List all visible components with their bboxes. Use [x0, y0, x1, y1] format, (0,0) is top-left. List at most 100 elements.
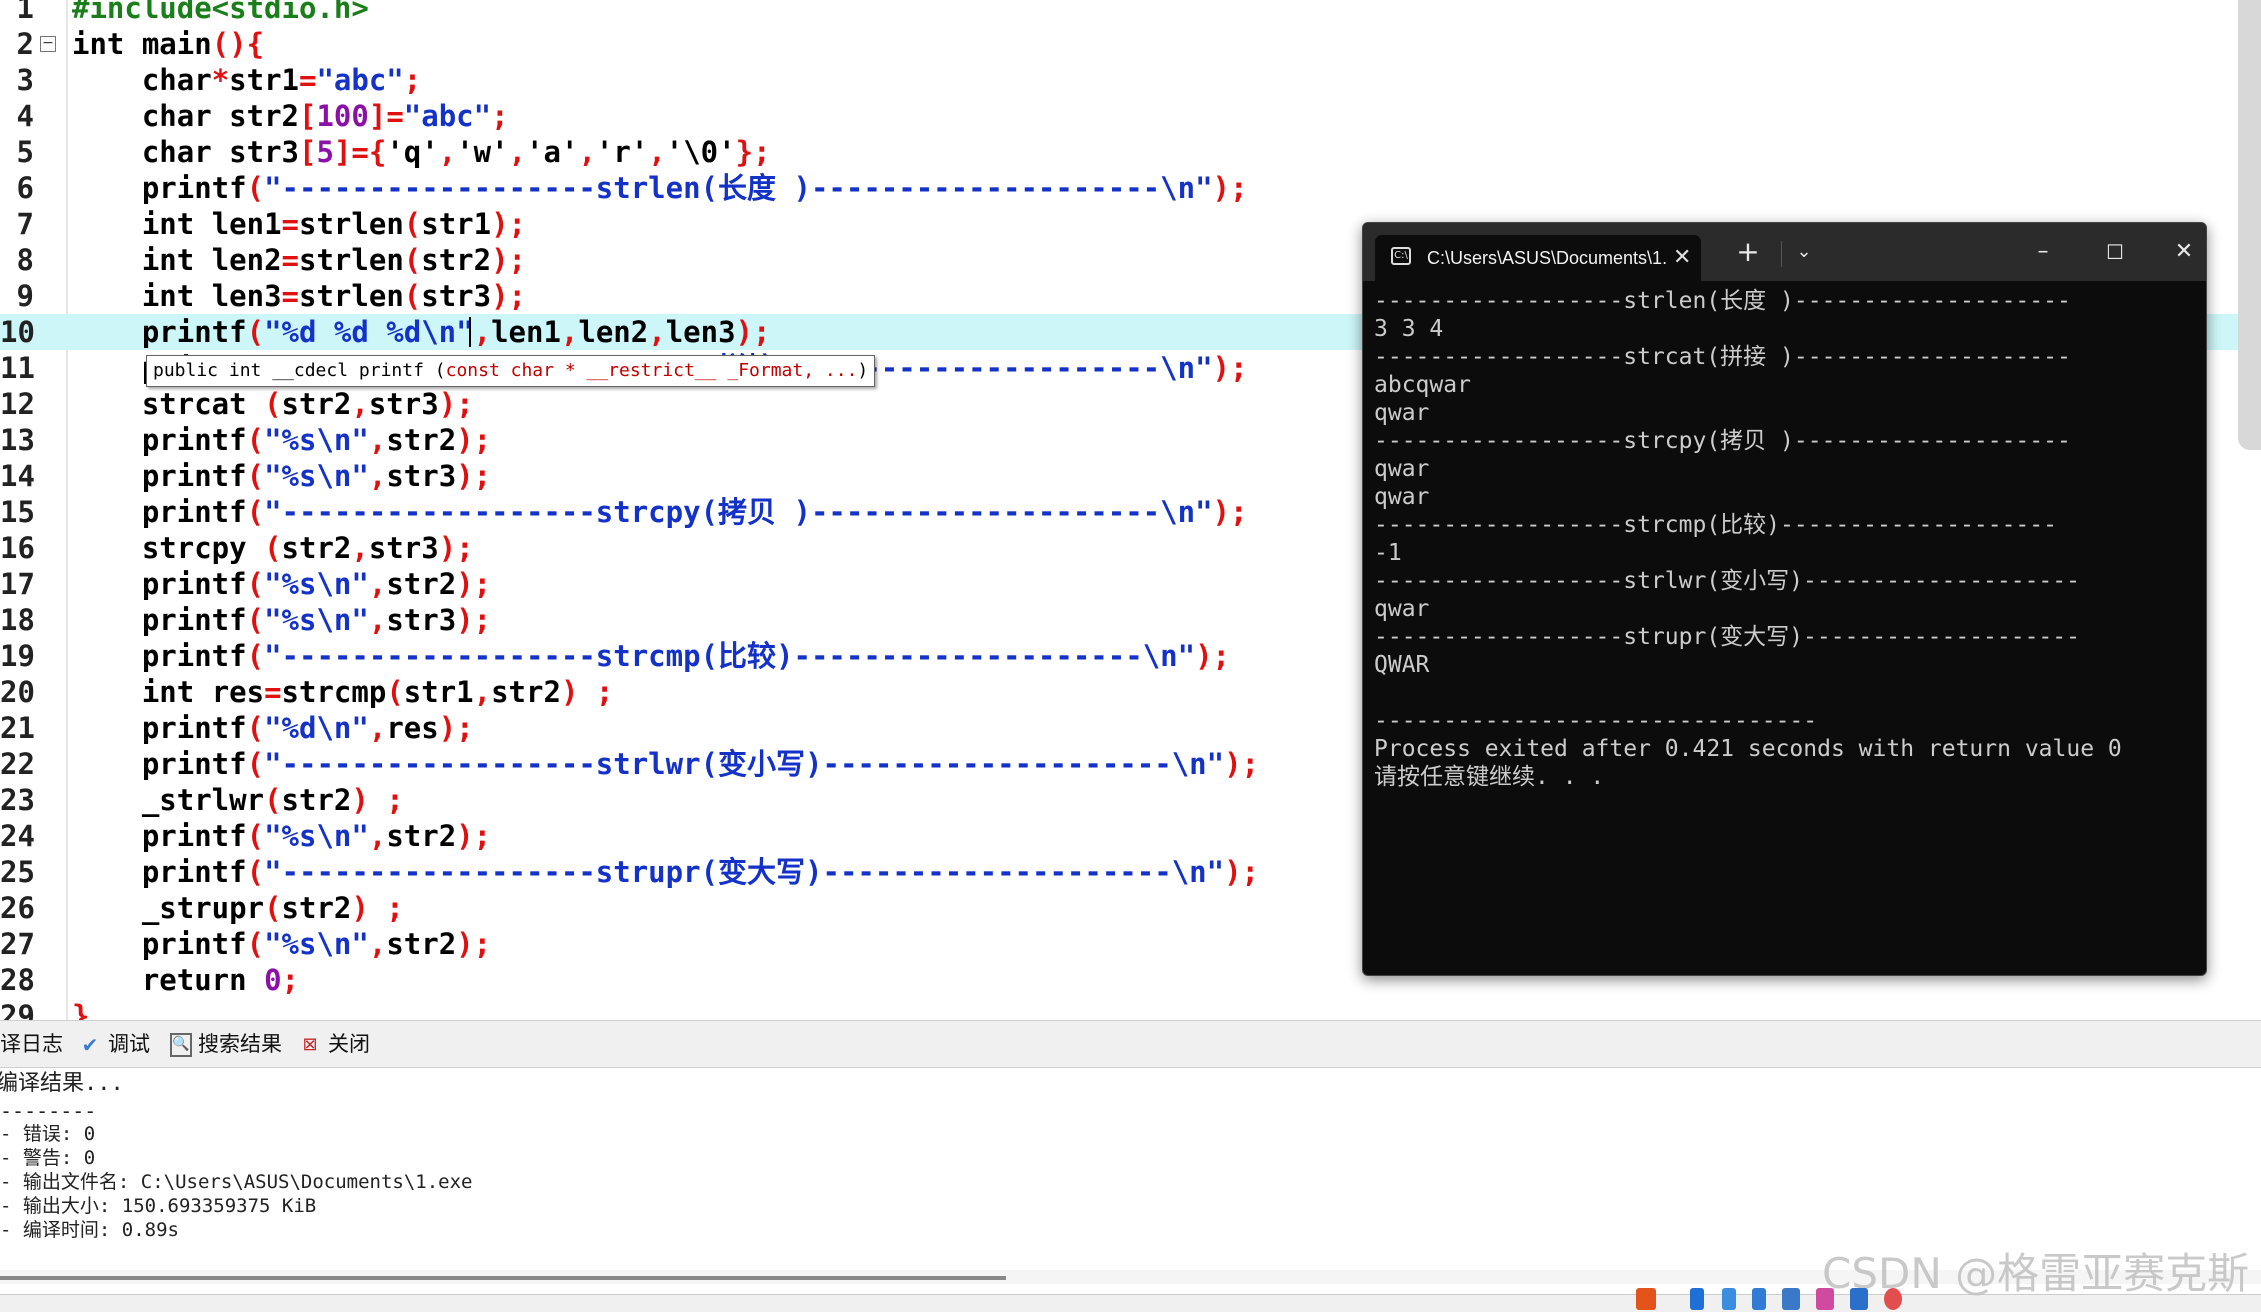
code-token: ]={: [333, 135, 387, 169]
code-token: strlen: [299, 207, 404, 241]
tab-debug[interactable]: ✔ 调试: [78, 1029, 150, 1059]
code-token: (){: [211, 27, 265, 61]
tab-compile-log[interactable]: 译日志: [0, 1029, 63, 1059]
code-text: printf("%s\n",str3);: [72, 458, 491, 494]
code-token: str2: [386, 819, 457, 853]
code-token: printf: [72, 747, 247, 781]
code-text: printf("%s\n",str2);: [72, 566, 491, 602]
code-token: "------------------strcpy(拷贝 )----------…: [264, 495, 1161, 529]
close-panel-icon: ⊠: [302, 1034, 318, 1055]
code-token: =: [281, 243, 300, 277]
code-token: str3: [386, 459, 457, 493]
chevron-down-icon[interactable]: ⌄: [1789, 237, 1819, 267]
close-tab-icon[interactable]: ✕: [1673, 243, 1691, 273]
log-line: - 错误: 0: [0, 1123, 96, 1145]
code-token: #include<stdio.h>: [72, 0, 369, 25]
code-token: ": [1206, 855, 1225, 889]
code-token: str2: [491, 675, 561, 709]
code-token: "------------------strlen(长度 )----------…: [264, 171, 1161, 205]
code-line[interactable]: 29}: [0, 998, 2261, 1020]
code-text: strcat (str2,str3);: [72, 386, 474, 422]
code-token: \n: [1160, 171, 1196, 205]
line-number: 24: [0, 819, 35, 853]
code-token: (: [246, 747, 265, 781]
code-token: str2: [386, 927, 457, 961]
code-token: \n: [1171, 747, 1207, 781]
console-tab[interactable]: C:\ C:\Users\ASUS\Documents\1.exe ✕: [1375, 235, 1701, 281]
code-text: printf("------------------strupr(变大写)---…: [72, 854, 1259, 890]
log-line: - 警告: 0: [0, 1147, 96, 1169]
console-line: ------------------strcpy(拷贝 )-----------…: [1374, 428, 2071, 454]
console-window[interactable]: C:\ C:\Users\ASUS\Documents\1.exe ✕ + ⌄ …: [1362, 222, 2207, 976]
code-line[interactable]: 5 char str3[5]={'q','w','a','r','\0'};: [0, 134, 2261, 170]
code-token: \n: [1171, 855, 1207, 889]
code-token: );: [438, 387, 474, 421]
code-token: str2: [281, 891, 352, 925]
console-titlebar[interactable]: C:\ C:\Users\ASUS\Documents\1.exe ✕ + ⌄ …: [1363, 223, 2206, 281]
code-token: ,: [368, 567, 387, 601]
code-text: printf("------------------strcpy(拷贝 )---…: [72, 494, 1248, 530]
line-number: 11: [0, 351, 35, 385]
code-token: "abc": [403, 99, 492, 133]
console-line: Process exited after 0.421 seconds with …: [1374, 736, 2122, 762]
code-text: _strupr(str2) ;: [72, 890, 404, 926]
code-token: (: [264, 531, 282, 565]
code-token: 5: [316, 135, 334, 169]
code-token: len3: [194, 279, 282, 313]
code-token: 'q': [386, 135, 439, 169]
console-line: 请按任意键继续. . .: [1374, 764, 1605, 790]
code-token: ;: [491, 99, 509, 133]
code-token: ,: [368, 423, 387, 457]
tab-search-results[interactable]: 🔍 搜索结果: [170, 1029, 282, 1059]
code-text: int len2=strlen(str2);: [72, 242, 526, 278]
new-tab-icon[interactable]: +: [1733, 237, 1763, 267]
code-line[interactable]: 4 char str2[100]="abc";: [0, 98, 2261, 134]
code-token: int: [141, 243, 195, 277]
function-signature-tooltip: public int __cdecl printf (const char * …: [146, 355, 876, 387]
code-token: return: [141, 963, 247, 997]
text-caret: [469, 317, 471, 347]
code-token: len2: [194, 243, 282, 277]
code-line[interactable]: 3 char*str1="abc";: [0, 62, 2261, 98]
code-text: int len3=strlen(str3);: [72, 278, 526, 314]
code-token: res: [386, 711, 439, 745]
maximize-icon[interactable]: ☐: [2100, 237, 2130, 267]
code-token: printf: [72, 711, 247, 745]
code-token: int: [141, 207, 195, 241]
line-number: 29: [0, 999, 35, 1020]
code-line[interactable]: 2− int main(){: [0, 26, 2261, 62]
log-line: - 编译时间: 0.89s: [0, 1219, 179, 1241]
code-token: );: [456, 459, 492, 493]
csdn-logo-icon: [1636, 1288, 1656, 1310]
close-window-icon[interactable]: ✕: [2169, 237, 2199, 267]
code-token: );: [1224, 747, 1259, 781]
code-token: *: [211, 63, 230, 97]
code-token: ,: [473, 675, 492, 709]
microphone-icon: [1752, 1288, 1766, 1310]
code-line[interactable]: 6 printf("------------------strlen(长度 )-…: [0, 170, 2261, 206]
code-text: printf("%s\n",str2);: [72, 926, 491, 962]
search-results-icon: 🔍: [170, 1033, 192, 1057]
code-token: ": [1195, 171, 1213, 205]
right-side-panel[interactable]: [2238, 0, 2261, 450]
minimize-icon[interactable]: –: [2028, 237, 2058, 267]
code-text: int res=strcmp(str1,str2) ;: [72, 674, 613, 710]
code-token: str1: [229, 63, 299, 97]
horizontal-scrollbar-thumb[interactable]: [0, 1276, 1006, 1280]
code-token: int: [141, 279, 195, 313]
fold-toggle-icon[interactable]: −: [40, 36, 56, 52]
code-token: printf: [72, 315, 247, 349]
code-token: 0: [264, 963, 282, 997]
tab-close[interactable]: ⊠ 关闭: [298, 1029, 370, 1059]
code-token: _strlwr: [72, 783, 265, 817]
titlebar-divider: [1781, 241, 1782, 267]
code-token: int: [141, 675, 195, 709]
code-token: "------------------strlwr(变小写)----------…: [264, 747, 1172, 781]
code-line[interactable]: 1 #include<stdio.h>: [0, 0, 2261, 26]
code-text: int len1=strlen(str1);: [72, 206, 526, 242]
code-token: );: [491, 279, 527, 313]
code-token: int: [72, 27, 125, 61]
